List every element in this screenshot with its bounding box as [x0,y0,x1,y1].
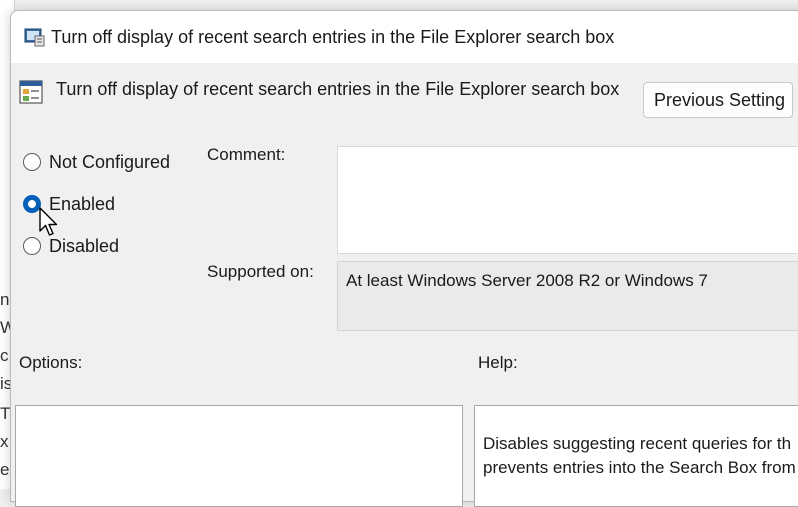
radio-enabled[interactable]: Enabled [23,192,115,216]
comment-textarea[interactable] [337,146,798,254]
options-pane[interactable] [15,405,463,507]
previous-setting-button[interactable]: Previous Setting [643,82,793,118]
help-text-line: prevents entries into the Search Box fro… [483,458,796,477]
radio-not-configured[interactable]: Not Configured [23,150,170,174]
policy-setting-icon [19,80,43,104]
supported-on-label: Supported on: [207,262,314,281]
policy-window-icon [24,28,45,47]
comment-label: Comment: [207,145,286,164]
policy-title: Turn off display of recent search entrie… [56,79,620,99]
window-title: Turn off display of recent search entrie… [51,27,615,47]
help-pane[interactable]: Disables suggesting recent queries for t… [474,405,798,507]
supported-on-value: At least Windows Server 2008 R2 or Windo… [346,271,708,290]
help-text-line: Disables suggesting recent queries for t… [483,434,792,453]
help-label: Help: [478,353,518,372]
radio-label: Not Configured [49,151,171,172]
title-bar[interactable]: Turn off display of recent search entrie… [11,11,798,63]
policy-dialog: Turn off display of recent search entrie… [10,10,798,507]
options-label: Options: [19,353,83,372]
radio-button[interactable] [23,237,41,255]
supported-on-box: At least Windows Server 2008 R2 or Windo… [337,261,798,331]
radio-button[interactable] [23,153,41,171]
mouse-pointer-icon [39,207,58,236]
